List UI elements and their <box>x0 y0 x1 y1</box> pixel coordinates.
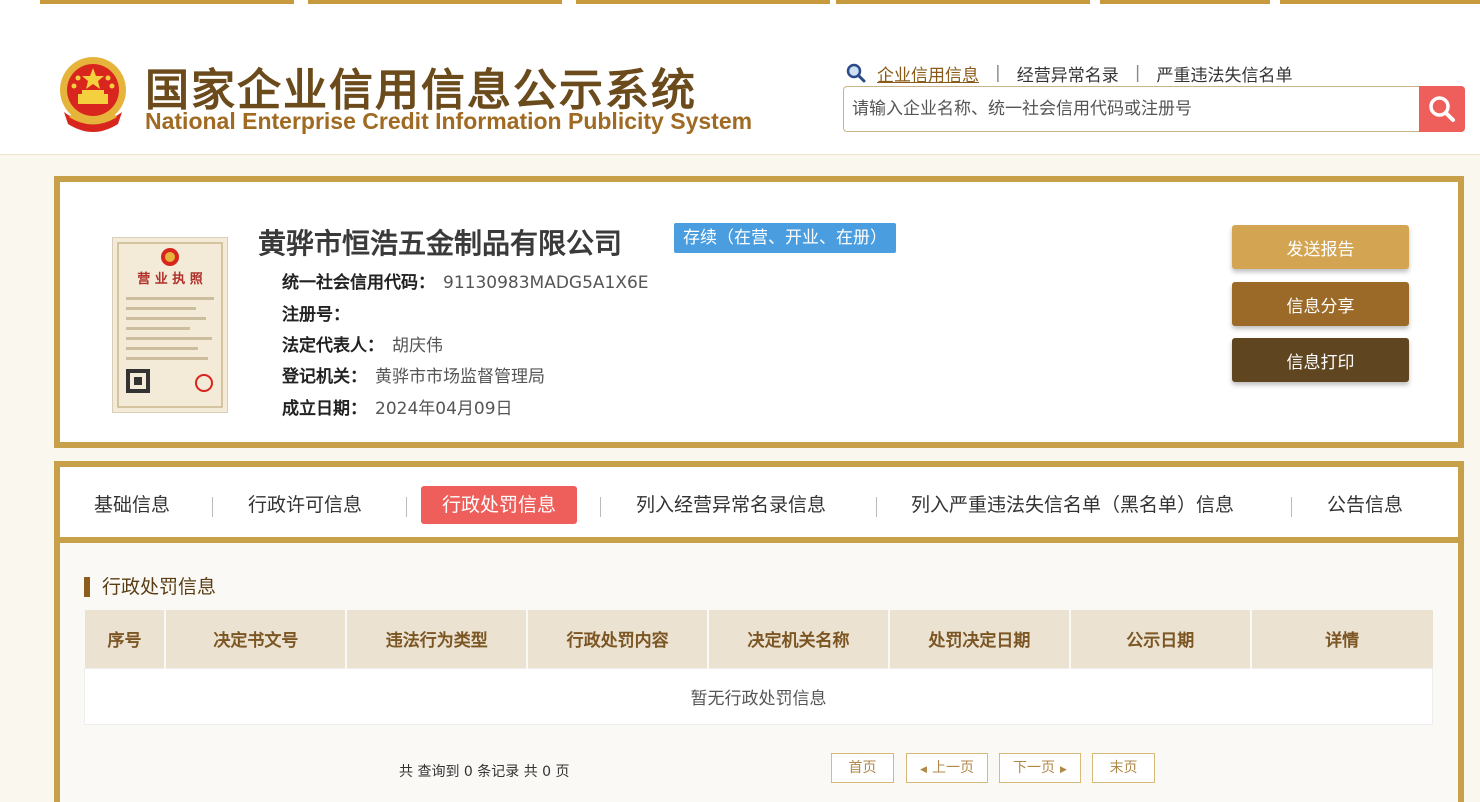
pager-summary: 共 查询到 0 条记录 共 0 页 <box>399 764 570 780</box>
search-button[interactable] <box>1419 86 1465 132</box>
field-label: 成立日期： <box>282 399 367 419</box>
field-value: 胡庆伟 <box>392 336 443 356</box>
tab-separator <box>212 497 213 517</box>
field-label: 统一社会信用代码： <box>282 273 435 293</box>
next-page-label: 下一页 <box>1013 760 1056 776</box>
prev-page-label: 上一页 <box>931 760 974 776</box>
link-enterprise-credit[interactable]: 企业信用信息 <box>877 61 979 86</box>
site-subtitle: National Enterprise Credit Information P… <box>145 108 753 134</box>
info-row-founded-date: 成立日期： 2024年04月09日 <box>282 394 513 419</box>
column-header: 决定机关名称 <box>708 610 890 668</box>
details-panel: 基础信息 行政许可信息 行政处罚信息 列入经营异常名录信息 列入严重违法失信名单… <box>54 461 1464 802</box>
prev-page-button[interactable]: ◀ 上一页 <box>906 753 988 783</box>
section-title: 行政处罚信息 <box>84 577 216 597</box>
penalty-table: 序号 决定书文号 违法行为类型 行政处罚内容 决定机关名称 处罚决定日期 公示日… <box>84 610 1433 725</box>
company-name: 黄骅市恒浩五金制品有限公司 <box>258 227 623 260</box>
share-info-button[interactable]: 信息分享 <box>1232 282 1409 326</box>
site-header: 国家企业信用信息公示系统 National Enterprise Credit … <box>0 4 1480 155</box>
tab-basic-info[interactable]: 基础信息 <box>94 486 170 524</box>
search-input[interactable] <box>844 87 1420 131</box>
table-header-row: 序号 决定书文号 违法行为类型 行政处罚内容 决定机关名称 处罚决定日期 公示日… <box>84 610 1433 668</box>
search-icon <box>846 63 866 83</box>
column-header: 违法行为类型 <box>346 610 529 668</box>
link-blacklist[interactable]: 严重违法失信名单 <box>1156 61 1292 86</box>
column-header: 公示日期 <box>1069 610 1252 668</box>
empty-message: 暂无行政处罚信息 <box>84 667 1433 725</box>
column-header: 处罚决定日期 <box>888 610 1071 668</box>
link-abnormal-list[interactable]: 经营异常名录 <box>1017 61 1119 86</box>
field-label: 注册号： <box>282 305 350 325</box>
field-label: 登记机关： <box>282 367 367 387</box>
link-separator: | <box>995 63 1001 83</box>
search-icon <box>1429 96 1455 122</box>
search-category-links: 企业信用信息 | 经营异常名录 | 严重违法失信名单 <box>845 60 1292 86</box>
tab-bar: 基础信息 行政许可信息 行政处罚信息 列入经营异常名录信息 列入严重违法失信名单… <box>60 467 1458 543</box>
column-header: 序号 <box>84 610 167 668</box>
column-header: 决定书文号 <box>165 610 348 668</box>
status-badge: 存续（在营、开业、在册） <box>674 223 896 253</box>
column-header: 详情 <box>1250 610 1433 668</box>
business-license-icon[interactable]: 营 业 执 照 <box>112 237 228 413</box>
field-value: 2024年04月09日 <box>375 399 513 419</box>
tab-announcements[interactable]: 公告信息 <box>1327 486 1403 524</box>
send-report-button[interactable]: 发送报告 <box>1232 225 1409 269</box>
table-row: 暂无行政处罚信息 <box>84 667 1433 725</box>
print-info-button[interactable]: 信息打印 <box>1232 338 1409 382</box>
tab-admin-license[interactable]: 行政许可信息 <box>248 486 362 524</box>
svg-text:营 业 执 照: 营 业 执 照 <box>137 271 203 287</box>
company-card: 营 业 执 照 黄骅市恒浩五金制品有限公司 存续（在营、开业、在册） 统一社会信… <box>54 176 1464 448</box>
field-value: 黄骅市市场监督管理局 <box>375 367 545 387</box>
last-page-button[interactable]: 末页 <box>1092 753 1155 783</box>
info-row-authority: 登记机关： 黄骅市市场监督管理局 <box>282 362 545 387</box>
tab-separator <box>1291 497 1292 517</box>
info-row-credit-code: 统一社会信用代码： 91130983MADG5A1X6E <box>282 268 649 293</box>
search-box <box>843 86 1465 132</box>
tab-blacklist[interactable]: 列入严重违法失信名单（黑名单）信息 <box>911 486 1234 524</box>
tab-separator <box>406 497 407 517</box>
tab-admin-penalty[interactable]: 行政处罚信息 <box>421 486 578 524</box>
tab-abnormal-list[interactable]: 列入经营异常名录信息 <box>636 486 826 524</box>
chevron-left-icon: ◀ <box>920 765 927 775</box>
info-row-legal-rep: 法定代表人： 胡庆伟 <box>282 331 443 356</box>
tab-separator <box>600 497 601 517</box>
link-separator: | <box>1134 63 1141 83</box>
info-row-reg-number: 注册号： <box>282 300 358 325</box>
chevron-right-icon: ▶ <box>1060 765 1067 775</box>
field-label: 法定代表人： <box>282 336 384 356</box>
field-value: 91130983MADG5A1X6E <box>443 273 649 293</box>
national-emblem-icon <box>60 57 126 132</box>
next-page-button[interactable]: 下一页 ▶ <box>999 753 1081 783</box>
tab-separator <box>876 497 877 517</box>
first-page-button[interactable]: 首页 <box>831 753 894 783</box>
column-header: 行政处罚内容 <box>527 610 710 668</box>
